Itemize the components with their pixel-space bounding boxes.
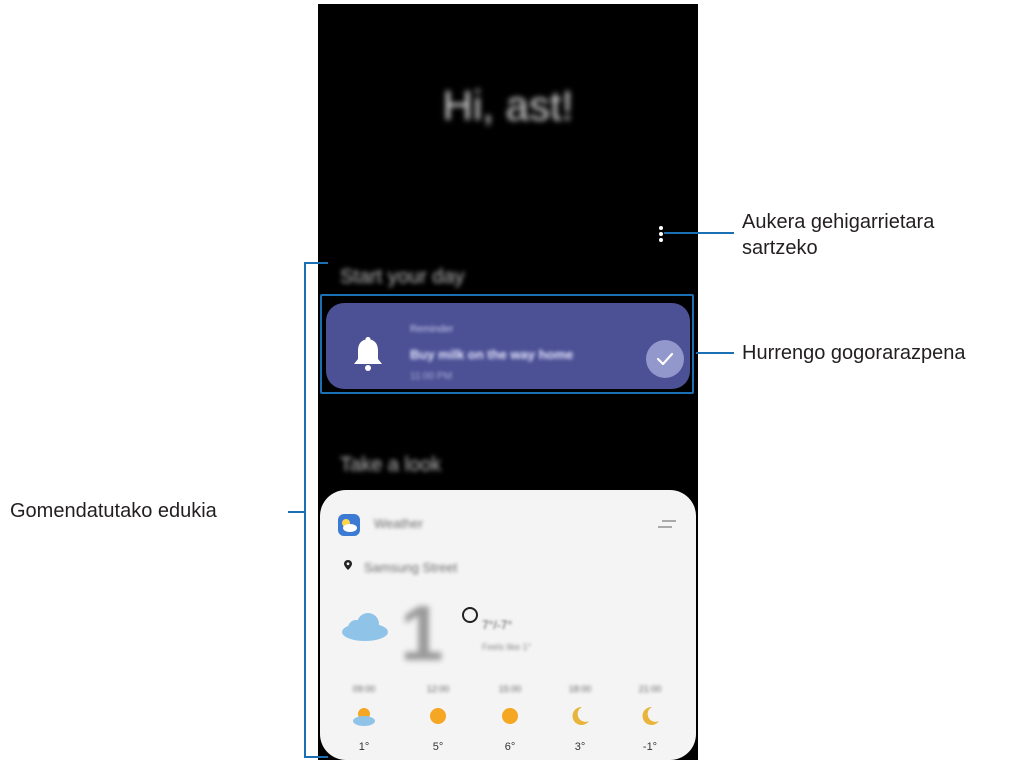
more-options-callout-line xyxy=(664,232,734,234)
weather-app-name: Weather xyxy=(374,516,423,531)
recommended-bracket-bottom xyxy=(304,756,328,758)
next-reminder-callout-line xyxy=(696,352,734,354)
drag-handle-icon[interactable] xyxy=(658,520,676,530)
sun-icon xyxy=(430,708,446,724)
forecast-temperature: -1° xyxy=(642,741,658,753)
more-options-callout-label: Aukera gehigarrietara sartzeko xyxy=(742,209,934,261)
more-options-callout-line2: sartzeko xyxy=(742,237,818,259)
forecast-temperature: 5° xyxy=(432,741,444,753)
hourly-forecast: 09:00 1° 12:00 5° 15:00 6° 18:00 3° 21:0… xyxy=(320,684,696,754)
more-options-button[interactable] xyxy=(656,226,666,244)
forecast-time: 18:00 xyxy=(568,684,592,694)
weather-app-icon xyxy=(338,514,360,536)
forecast-temperature: 1° xyxy=(358,741,370,753)
forecast-hour: 12:00 5° xyxy=(410,684,466,753)
forecast-time: 15:00 xyxy=(498,684,522,694)
forecast-hour: 21:00 -1° xyxy=(622,684,678,753)
weather-card[interactable]: Weather Samsung Street 1 7°/-7° Feels li… xyxy=(320,490,696,760)
weather-location: Samsung Street xyxy=(364,560,458,575)
recommended-callout-line xyxy=(288,511,304,513)
current-temperature: 1 xyxy=(400,589,444,677)
recommended-bracket-vertical xyxy=(304,262,306,758)
section-title-start: Start your day xyxy=(340,266,465,288)
sun-icon xyxy=(502,708,518,724)
forecast-temperature: 3° xyxy=(574,741,586,753)
partly-cloudy-sun-icon xyxy=(353,708,375,726)
recommended-callout-label: Gomendatutako edukia xyxy=(10,500,217,522)
forecast-hour: 15:00 6° xyxy=(482,684,538,753)
forecast-hour: 09:00 1° xyxy=(336,684,392,753)
moon-icon xyxy=(572,706,589,725)
forecast-time: 09:00 xyxy=(352,684,376,694)
degree-symbol xyxy=(462,607,478,623)
cloud-icon xyxy=(342,613,388,641)
greeting-text: Hi, ast! xyxy=(442,82,574,129)
more-options-callout-line1: Aukera gehigarrietara xyxy=(742,211,935,233)
recommended-bracket-top xyxy=(304,262,328,264)
forecast-time: 12:00 xyxy=(426,684,450,694)
forecast-temperature: 6° xyxy=(504,741,516,753)
forecast-time: 21:00 xyxy=(638,684,662,694)
high-low-temperature: 7°/-7° xyxy=(482,618,513,632)
moon-icon xyxy=(642,706,659,725)
next-reminder-callout-label: Hurrengo gogorarazpena xyxy=(742,342,966,364)
reminder-highlight-frame xyxy=(320,294,694,394)
location-pin-icon xyxy=(344,560,352,570)
feels-like-temperature: Feels like 1° xyxy=(482,642,532,652)
section-title-look: Take a look xyxy=(340,454,442,476)
forecast-hour: 18:00 3° xyxy=(552,684,608,753)
